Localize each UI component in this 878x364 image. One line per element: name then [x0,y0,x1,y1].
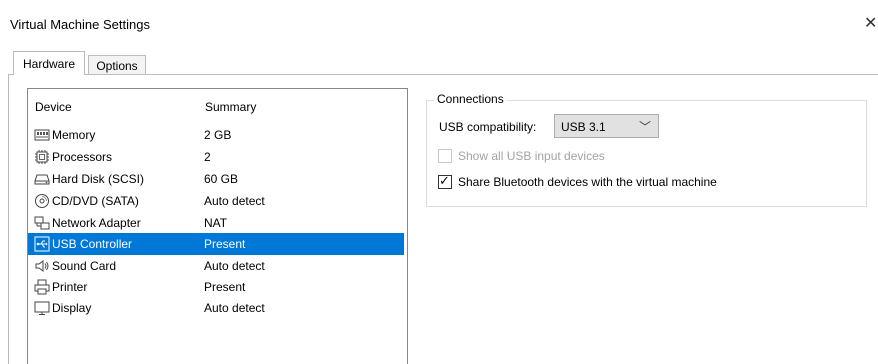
show-all-usb-label: Show all USB input devices [458,149,605,163]
title-bar: Virtual Machine Settings ✕ [0,0,878,44]
device-summary: Auto detect [204,259,265,273]
device-name: CD/DVD (SATA) [52,194,139,208]
memory-icon [34,129,50,141]
usb-compatibility-value: USB 3.1 [561,120,606,134]
device-row-cd-dvd[interactable]: CD/DVD (SATA) Auto detect [28,190,404,212]
device-row-memory[interactable]: Memory 2 GB [28,124,404,146]
device-summary: NAT [204,216,228,230]
show-all-usb-checkbox[interactable] [438,149,452,163]
device-row-network-adapter[interactable]: Network Adapter NAT [28,212,404,234]
device-name: Printer [52,280,88,294]
share-bluetooth-checkbox[interactable]: ✓ [438,173,452,189]
device-summary: Present [204,237,246,251]
device-row-printer[interactable]: Printer Present [28,276,404,298]
usb-controller-icon [34,236,50,252]
chevron-down-icon: ﹀ [639,120,652,134]
device-row-display[interactable]: Display Auto detect [28,297,404,319]
printer-icon [34,279,50,295]
checkmark-icon: ✓ [439,173,450,188]
cd-dvd-icon [35,194,49,208]
share-bluetooth-label: Share Bluetooth devices with the virtual… [458,175,717,189]
device-row-sound-card[interactable]: Sound Card Auto detect [28,255,404,277]
usb-compatibility-label: USB compatibility: [439,120,537,134]
device-summary: 2 [204,150,211,164]
device-row-usb-controller[interactable]: USB Controller Present [28,233,404,255]
device-summary: 2 GB [204,128,232,142]
device-row-hard-disk[interactable]: Hard Disk (SCSI) 60 GB [28,168,404,190]
processor-icon [35,150,49,164]
device-row-processors[interactable]: Processors 2 [28,146,404,168]
window-title: Virtual Machine Settings [10,17,150,32]
tab-hardware[interactable]: Hardware [13,51,85,75]
sound-card-icon [35,260,49,272]
column-header-summary[interactable]: Summary [205,100,256,114]
device-summary: Auto detect [204,194,265,208]
device-name: Display [52,301,92,315]
close-icon[interactable]: ✕ [864,13,877,33]
display-icon [34,301,50,315]
device-name: Network Adapter [52,216,141,230]
usb-compatibility-select[interactable]: USB 3.1 ﹀ [554,114,659,138]
device-name: Sound Card [52,259,117,273]
hard-disk-icon [34,174,50,185]
device-name: USB Controller [52,237,133,251]
device-name: Memory [52,128,96,142]
device-summary: Present [204,280,246,294]
device-name: Hard Disk (SCSI) [52,172,145,186]
device-name: Processors [52,150,113,164]
network-adapter-icon [34,216,50,230]
tab-options[interactable]: Options [88,55,146,74]
connections-legend: Connections [434,92,507,106]
device-summary: Auto detect [204,301,265,315]
column-header-device[interactable]: Device [35,100,72,114]
device-summary: 60 GB [204,172,239,186]
